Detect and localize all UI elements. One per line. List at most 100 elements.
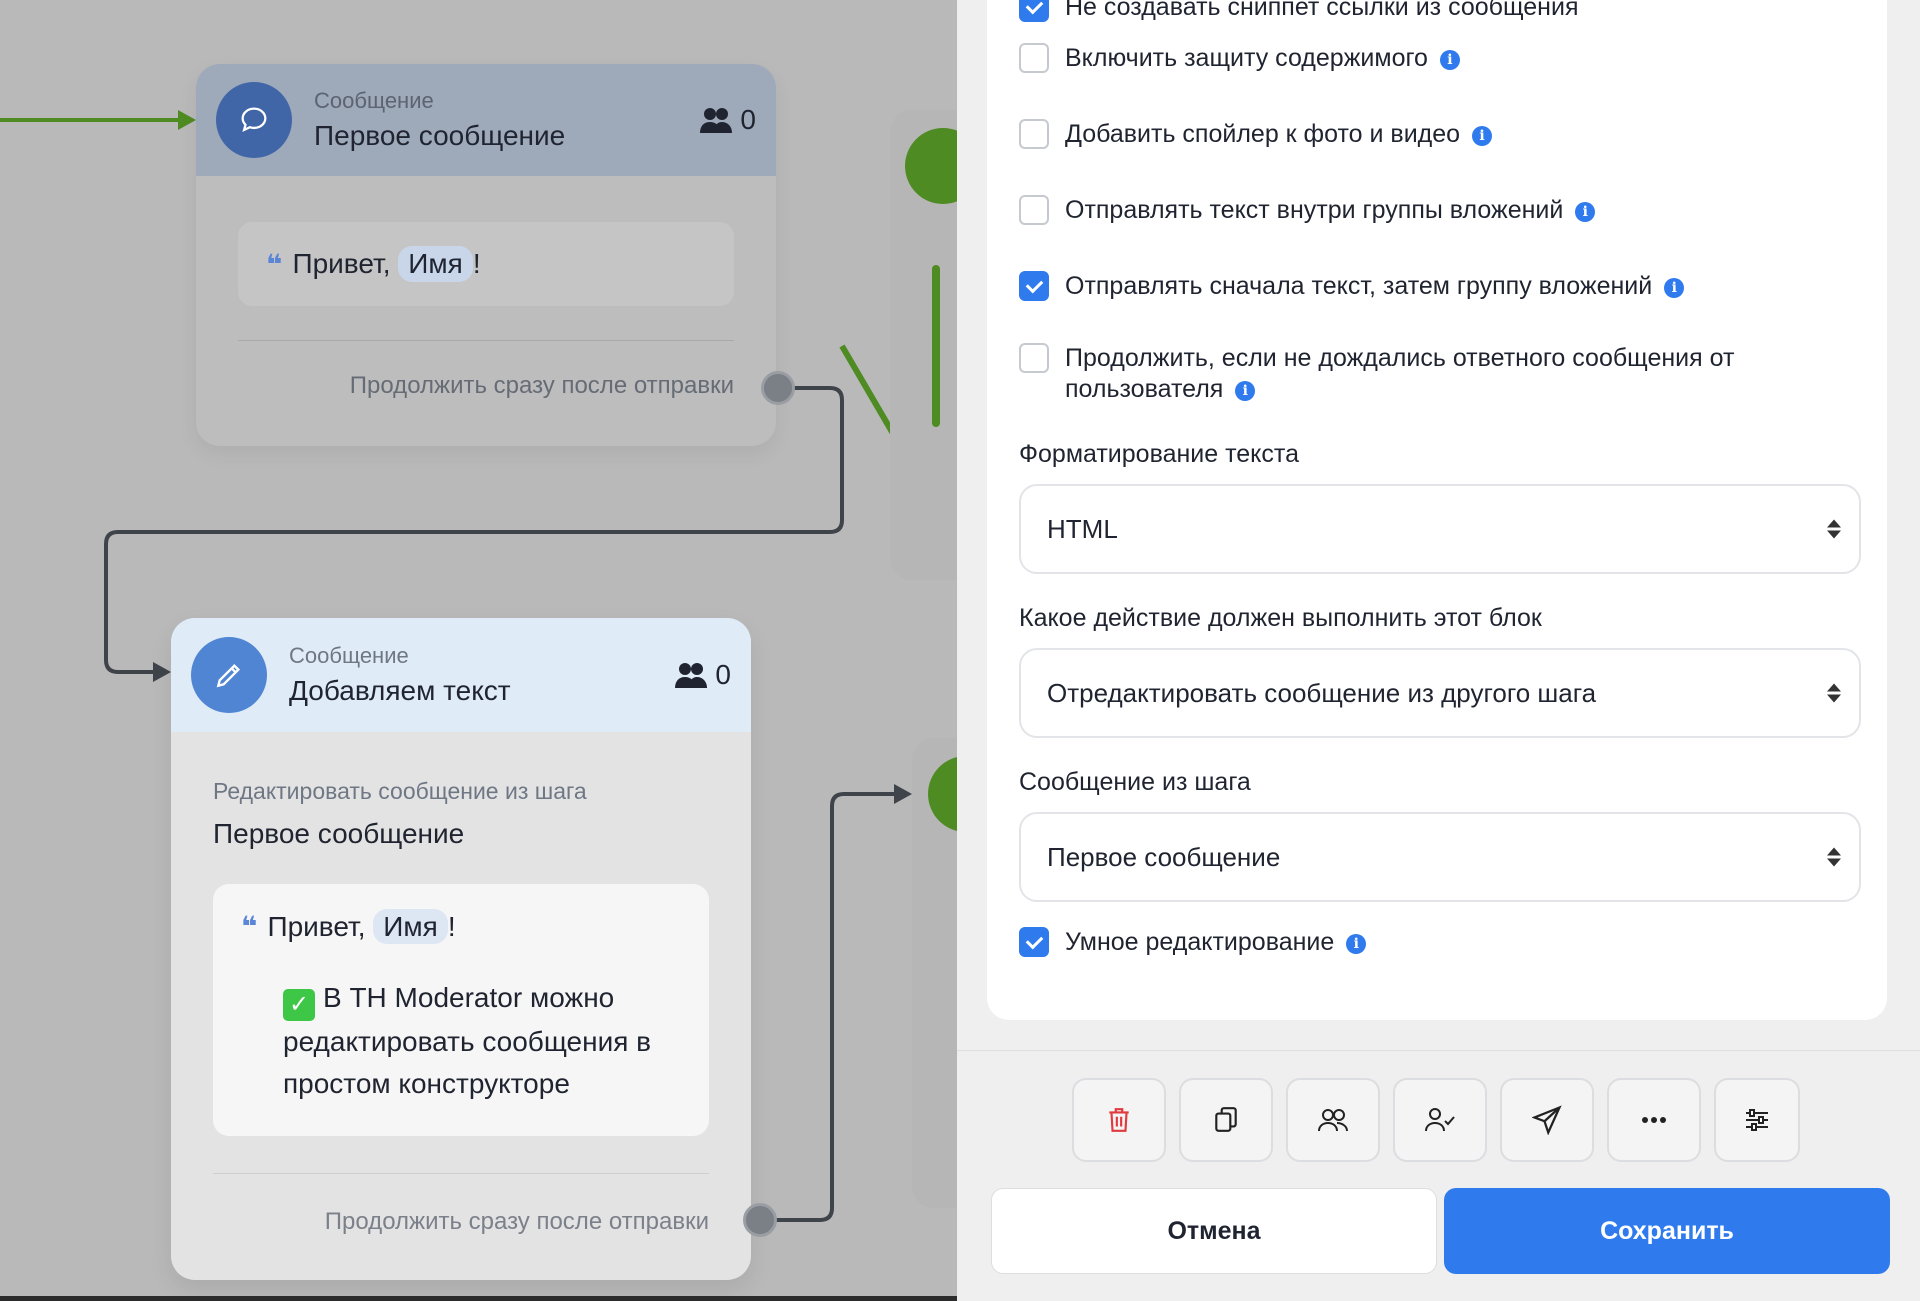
body-line-3: простом конструкторе — [283, 1068, 570, 1099]
select-arrows-icon — [1827, 683, 1841, 703]
subscriber-count: 0 — [700, 104, 756, 136]
checkbox[interactable] — [1019, 343, 1049, 373]
quote-icon: ❝ — [241, 911, 258, 942]
greeting-punct: ! — [447, 911, 456, 942]
option-label: Не создавать сниппет ссылки из сообщения — [1065, 0, 1579, 21]
more-icon — [1642, 1117, 1666, 1123]
info-icon[interactable]: i — [1346, 934, 1367, 954]
checkbox-checked[interactable] — [1019, 0, 1049, 22]
option-label: Добавить спойлер к фото и видео — [1065, 120, 1461, 148]
formatting-select[interactable]: HTML — [1019, 484, 1861, 574]
continue-label: Продолжить сразу после отправки — [349, 372, 734, 399]
incoming-arrowhead — [178, 110, 196, 130]
edit-source-label: Редактировать сообщение из шага — [213, 778, 587, 804]
checkbox-checked[interactable] — [1019, 271, 1049, 301]
users-icon — [675, 663, 708, 688]
checkbox-checked[interactable] — [1019, 927, 1049, 957]
checkbox[interactable] — [1019, 195, 1049, 225]
greeting-text: Привет, — [292, 248, 391, 279]
edit-source-value: Первое сообщение — [213, 818, 465, 849]
users-icon — [700, 108, 733, 133]
subscriber-count: 0 — [675, 659, 731, 691]
node-type-label: Сообщение — [314, 88, 434, 113]
card2-arrowhead — [153, 662, 171, 682]
body-line-2: редактировать сообщения в — [283, 1026, 652, 1057]
option-content-protection[interactable]: Включить защиту содержимого i — [1019, 43, 1460, 74]
option-label: Включить защиту содержимого — [1065, 44, 1428, 72]
settings-button[interactable] — [1714, 1078, 1800, 1162]
message-preview: ❝ Привет, Имя! — [238, 222, 734, 306]
background-node-1-bar — [932, 265, 940, 427]
divider — [238, 340, 734, 341]
action-label: Какое действие должен выполнить этот бло… — [1019, 604, 1542, 632]
info-icon[interactable]: i — [1439, 50, 1460, 70]
option-spoiler[interactable]: Добавить спойлер к фото и видео i — [1019, 119, 1493, 150]
copy-icon — [1215, 1107, 1237, 1132]
node-type-label: Сообщение — [289, 643, 409, 668]
chat-bubble-icon — [216, 82, 292, 158]
subscriber-count-value: 0 — [715, 659, 731, 690]
assign-user-button[interactable] — [1393, 1078, 1487, 1162]
option-text-first[interactable]: Отправлять сначала текст, затем группу в… — [1019, 271, 1685, 302]
pencil-icon — [191, 637, 267, 713]
node-title: Добавляем текст — [289, 675, 511, 706]
audience-button[interactable] — [1286, 1078, 1380, 1162]
send-button[interactable] — [1500, 1078, 1594, 1162]
info-icon[interactable]: i — [1235, 381, 1256, 401]
message-body: ✓ В TH Moderator можно редактировать сооб… — [283, 977, 685, 1105]
node-output-port[interactable] — [761, 371, 795, 405]
flow-canvas[interactable]: Сообщение Первое сообщение 0 ❝ Привет, И… — [0, 0, 960, 1301]
subscriber-count-value: 0 — [740, 104, 756, 135]
greeting-text: Привет, — [267, 911, 366, 942]
card2-out-arrowhead — [894, 784, 912, 804]
divider — [213, 1173, 709, 1174]
info-icon[interactable]: i — [1664, 278, 1685, 298]
option-label: Отправлять текст внутри группы вложений — [1065, 196, 1564, 224]
variable-chip: Имя — [373, 909, 448, 944]
save-button[interactable]: Сохранить — [1444, 1188, 1890, 1274]
option-no-snippet[interactable]: Не создавать сниппет ссылки из сообщения — [1019, 0, 1579, 23]
select-arrows-icon — [1827, 519, 1841, 539]
action-select[interactable]: Отредактировать сообщение из другого шаг… — [1019, 648, 1861, 738]
canvas-bottom-bar — [0, 1296, 960, 1301]
source-step-label: Сообщение из шага — [1019, 768, 1251, 796]
message-node-first[interactable]: Сообщение Первое сообщение 0 ❝ Привет, И… — [196, 64, 776, 446]
checkbox[interactable] — [1019, 119, 1049, 149]
node-output-port[interactable] — [743, 1203, 777, 1237]
formatting-label: Форматирование текста — [1019, 440, 1299, 468]
panel-divider — [957, 1050, 1920, 1051]
option-smart-edit[interactable]: Умное редактирование i — [1019, 927, 1367, 958]
duplicate-button[interactable] — [1179, 1078, 1273, 1162]
select-arrows-icon — [1827, 847, 1841, 867]
settings-card: Не создавать сниппет ссылки из сообщения… — [987, 0, 1887, 1020]
variable-chip: Имя — [398, 246, 473, 282]
option-label: Отправлять сначала текст, затем группу в… — [1065, 272, 1653, 300]
continue-label: Продолжить сразу после отправки — [324, 1208, 709, 1235]
source-step-value: Первое сообщение — [1047, 841, 1281, 872]
sliders-icon — [1746, 1109, 1768, 1131]
message-preview: ❝ Привет, Имя! ✓ В TH Moderator можно реда… — [213, 884, 709, 1136]
node-title: Первое сообщение — [314, 120, 566, 151]
node-header: Сообщение Первое сообщение 0 — [196, 64, 776, 176]
formatting-value: HTML — [1047, 513, 1118, 544]
info-icon[interactable]: i — [1575, 202, 1596, 222]
body-line-1: В TH Moderator можно — [323, 982, 615, 1013]
option-continue-no-reply[interactable]: Продолжить, если не дождались ответного … — [1019, 343, 1734, 405]
delete-button[interactable] — [1072, 1078, 1166, 1162]
users-icon — [1318, 1109, 1348, 1132]
option-text-inside-group[interactable]: Отправлять текст внутри группы вложений i — [1019, 195, 1596, 226]
block-settings-panel: Не создавать сниппет ссылки из сообщения… — [957, 0, 1920, 1301]
option-label-line2: пользователя — [1065, 375, 1224, 403]
node-header: Сообщение Добавляем текст 0 — [171, 618, 751, 732]
trash-icon — [1109, 1108, 1129, 1132]
source-step-select[interactable]: Первое сообщение — [1019, 812, 1861, 902]
card2-out-connector — [770, 792, 898, 1222]
action-value: Отредактировать сообщение из другого шаг… — [1047, 677, 1597, 708]
cancel-button[interactable]: Отмена — [991, 1188, 1437, 1274]
more-button[interactable] — [1607, 1078, 1701, 1162]
option-label: Умное редактирование — [1065, 928, 1335, 956]
info-icon[interactable]: i — [1472, 126, 1493, 146]
checkbox[interactable] — [1019, 43, 1049, 73]
send-icon — [1532, 1105, 1562, 1135]
message-node-edit[interactable]: Сообщение Добавляем текст 0 Редактироват… — [171, 618, 751, 1280]
